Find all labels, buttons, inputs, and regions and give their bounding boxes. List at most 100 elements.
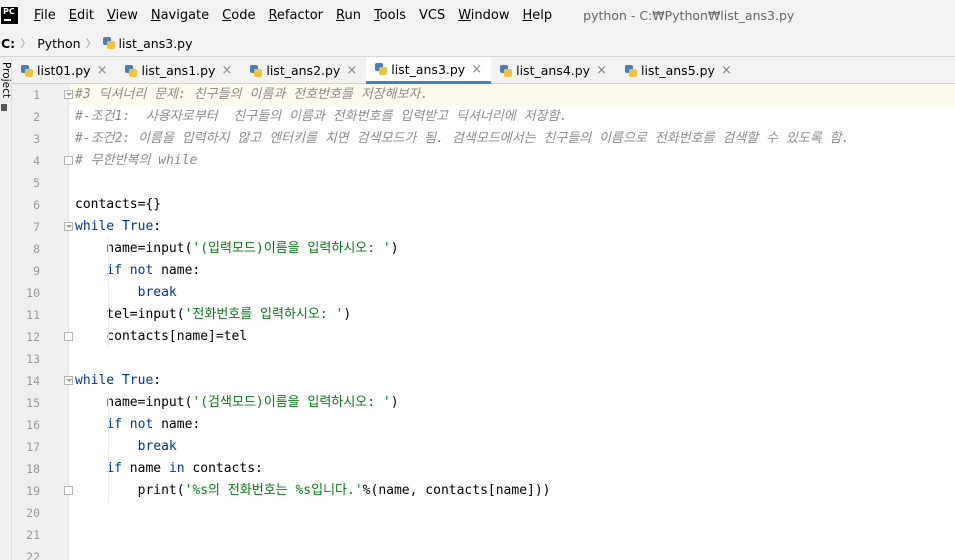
line-number-gutter: 1 2 3 4 5 6 7 8 9 10 11 12 13 14 15 16 17 18 19 20 21 22 [12, 84, 73, 560]
menu-mnemonic: C [222, 7, 232, 23]
line-number: 22 [26, 550, 40, 560]
python-file-icon [375, 63, 388, 75]
menu-mnemonic: H [522, 7, 533, 23]
tab-label: list_ans2.py [266, 63, 341, 78]
fold-collapse-icon[interactable] [64, 90, 73, 99]
line-number: 15 [26, 396, 40, 410]
fold-end-icon[interactable] [64, 486, 73, 495]
tab-list-ans3[interactable]: list_ans3.py × [366, 57, 492, 84]
code-line[interactable]: #3 딕셔너리 문제: 친구들의 이름과 전호번호를 저장해보자. [75, 84, 428, 106]
code-line[interactable]: tel=input('전화번호를 입력하시오: ') [75, 304, 351, 326]
project-marker-icon [1, 104, 7, 111]
line-number: 7 [33, 220, 40, 234]
code-line[interactable]: print('%s의 전화번호는 %s입니다.'%(name, contacts… [75, 480, 551, 502]
fold-collapse-icon[interactable] [64, 376, 73, 385]
menu-mnemonic: R [336, 7, 345, 23]
tab-list01[interactable]: list01.py × [12, 57, 116, 84]
breadcrumb-file[interactable]: list_ans3.py [102, 35, 193, 51]
menu-item-code[interactable]: Code [222, 8, 255, 23]
chevron-right-icon: 〉 [20, 37, 32, 50]
close-icon[interactable]: × [221, 63, 232, 78]
menu-mnemonic: E [68, 7, 77, 23]
menu-item-navigate[interactable]: Navigate [151, 8, 209, 23]
close-icon[interactable]: × [97, 63, 108, 78]
python-file-icon [21, 64, 33, 77]
menu-item-tools[interactable]: Tools [374, 8, 406, 23]
menu-item-edit[interactable]: Edit [69, 8, 94, 23]
fold-end-icon[interactable] [64, 156, 73, 165]
python-file-icon [500, 64, 513, 77]
menu-item-file[interactable]: File [34, 8, 56, 23]
line-number: 3 [33, 132, 40, 146]
code-line[interactable]: break [75, 436, 177, 458]
breadcrumb-drive-label: C: [1, 35, 16, 51]
code-line[interactable]: contacts={} [75, 194, 161, 216]
code-line[interactable]: contacts[name]=tel [75, 326, 247, 348]
menu-item-run[interactable]: Run [336, 8, 361, 23]
line-number: 16 [26, 418, 40, 432]
tab-label: list_ans3.py [391, 61, 466, 77]
line-number: 19 [26, 484, 40, 498]
line-number: 6 [33, 198, 40, 212]
python-file-icon [102, 37, 115, 49]
menu-mnemonic: T [373, 7, 380, 23]
tab-list-ans4[interactable]: list_ans4.py × [491, 57, 616, 84]
line-number: 14 [26, 374, 40, 388]
breadcrumb: C: 〉 Python 〉 list_ans3.py [0, 30, 955, 57]
close-icon[interactable]: × [471, 62, 482, 77]
python-file-icon [250, 64, 263, 77]
code-line[interactable]: #-조건2: 이름을 입력하지 않고 엔터키를 치면 검색모드가 됨. 검색모드… [75, 128, 849, 150]
menu-item-help[interactable]: Help [522, 8, 552, 23]
tab-label: list01.py [37, 63, 91, 78]
line-number: 12 [26, 330, 40, 344]
tab-label: list_ans1.py [141, 63, 216, 78]
code-line[interactable]: name=input('(입력모드)이름을 입력하시오: ') [75, 238, 398, 260]
breadcrumb-folder[interactable]: Python [37, 36, 80, 51]
menu-mnemonic: W [458, 7, 471, 23]
python-file-icon [624, 64, 637, 77]
close-icon[interactable]: × [721, 63, 732, 78]
tab-list-ans1[interactable]: list_ans1.py × [116, 57, 241, 84]
line-number: 17 [26, 440, 40, 454]
breadcrumb-file-label: list_ans3.py [118, 35, 193, 51]
menu-item-view[interactable]: View [107, 8, 138, 23]
code-line[interactable]: break [75, 282, 177, 304]
tab-list-ans5[interactable]: list_ans5.py × [616, 57, 741, 84]
python-file-icon [125, 64, 138, 77]
breadcrumb-folder-label: Python [37, 35, 81, 51]
menu-mnemonic: V [106, 7, 116, 23]
line-number: 21 [26, 528, 40, 542]
code-line[interactable]: while True: [75, 216, 161, 238]
menu-mnemonic: R [268, 7, 277, 23]
menu-mnemonic: N [150, 7, 161, 23]
code-line[interactable]: while True: [75, 370, 161, 392]
chevron-right-icon: 〉 [85, 37, 97, 50]
code-line[interactable]: # 무한반복의 while [75, 150, 197, 172]
code-line[interactable]: if not name: [75, 260, 200, 282]
line-number: 20 [26, 506, 40, 520]
code-line[interactable]: #-조건1: 사용자로부터 친구들의 이름과 전화번호를 입력받고 딕셔너리에 … [75, 106, 567, 128]
editor-tab-bar: list01.py × list_ans1.py × list_ans2.py × list… [12, 57, 955, 84]
tab-list-ans2[interactable]: list_ans2.py × [241, 57, 366, 84]
line-number: 5 [33, 176, 40, 190]
menu-mnemonic: F [34, 7, 41, 23]
code-editor[interactable]: 1 2 3 4 5 6 7 8 9 10 11 12 13 14 15 16 17 18 19 20 21 22 #3 딕… [12, 84, 955, 560]
code-line[interactable]: if name in contacts: [75, 458, 263, 480]
tab-label: list_ans4.py [516, 63, 591, 78]
fold-collapse-icon[interactable] [64, 222, 73, 231]
close-icon[interactable]: × [596, 63, 607, 78]
menu-item-vcs[interactable]: VCS [419, 8, 445, 23]
menu-item-refactor[interactable]: Refactor [268, 8, 323, 23]
window-title: python - C:₩Python₩list_ans3.py [583, 7, 795, 23]
code-line[interactable]: if not name: [75, 414, 200, 436]
breadcrumb-drive[interactable]: C: [1, 36, 15, 51]
close-icon[interactable]: × [346, 63, 357, 78]
line-number: 10 [26, 286, 40, 300]
menu-item-window[interactable]: Window [458, 8, 509, 23]
fold-end-icon[interactable] [64, 332, 73, 341]
line-number: 18 [26, 462, 40, 476]
menu-bar: PC File Edit View Navigate Code Refactor Run To… [0, 0, 955, 30]
tab-label: list_ans5.py [640, 63, 715, 78]
code-line[interactable]: name=input('(검색모드)이름을 입력하시오: ') [75, 392, 398, 414]
line-number: 11 [26, 308, 40, 322]
